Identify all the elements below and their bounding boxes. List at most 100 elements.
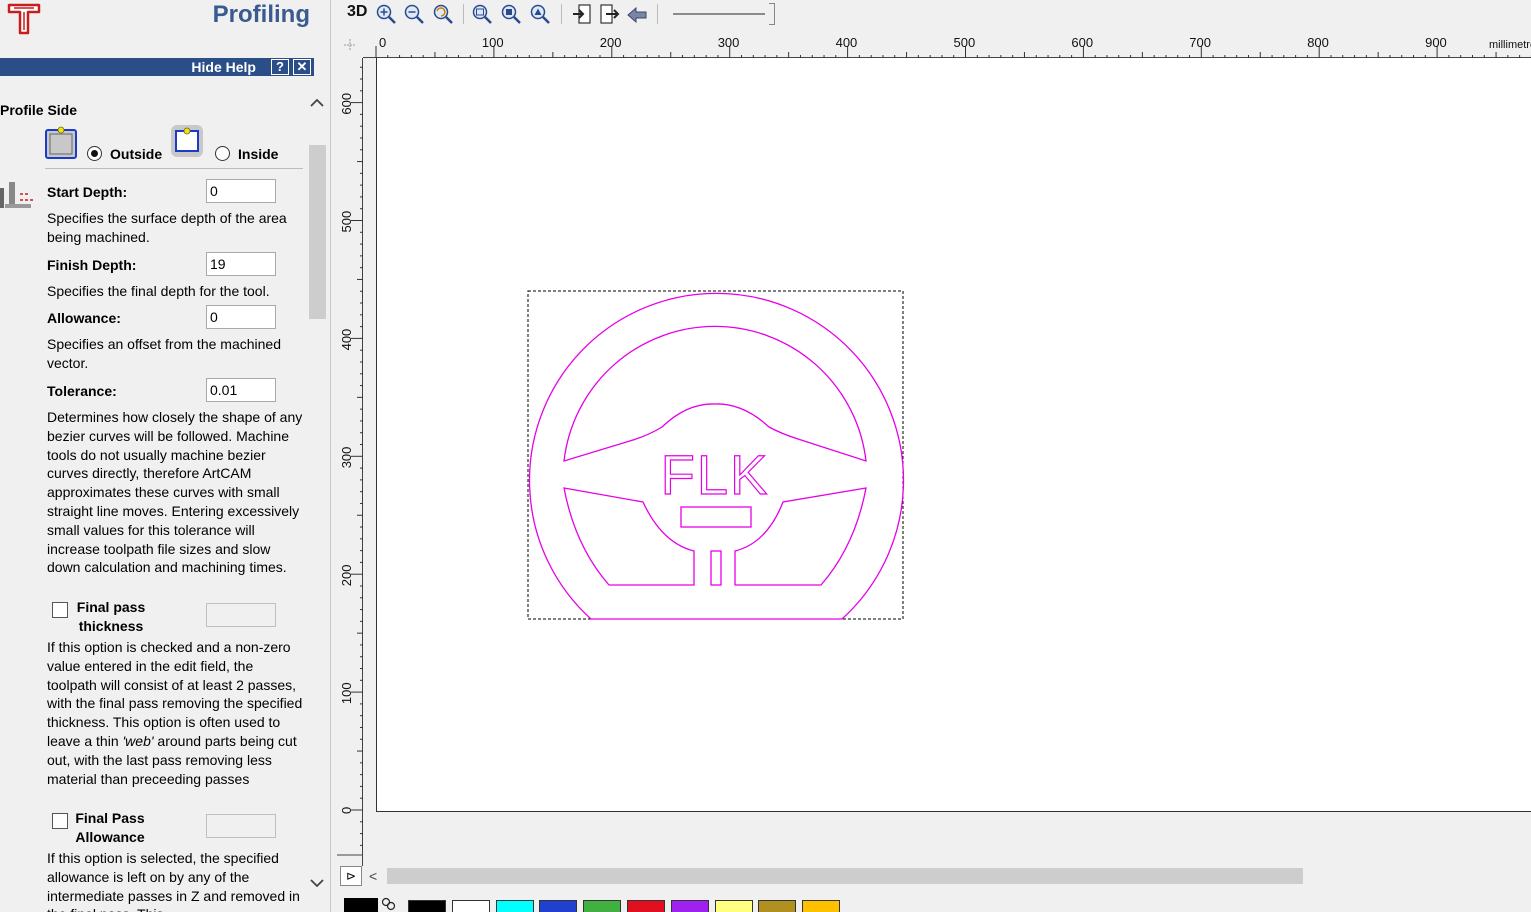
tolerance-input[interactable] (206, 378, 276, 402)
ruler-x-label: 300 (718, 35, 740, 50)
finish-depth-label: Finish Depth: (47, 257, 137, 273)
wheel-upper-opening[interactable] (563, 325, 867, 462)
ruler-origin-icon[interactable] (337, 33, 363, 57)
start-depth-label: Start Depth: (47, 184, 128, 200)
ruler-y-label: 400 (339, 329, 354, 351)
color-swatch[interactable] (758, 900, 797, 912)
ruler-y-label: 200 (339, 564, 354, 586)
wheel-center-slot[interactable] (710, 550, 722, 586)
zoom-model-icon[interactable] (529, 3, 551, 25)
help-question-button[interactable]: ? (271, 59, 289, 75)
profile-inside-icon[interactable] (170, 124, 204, 158)
import-icon[interactable] (571, 3, 593, 25)
profile-outside-radio[interactable] (87, 146, 102, 161)
panel-scrollbar-thumb[interactable] (309, 145, 326, 319)
export-icon[interactable] (598, 3, 620, 25)
zoom-out-icon[interactable] (403, 3, 425, 25)
allowance-input[interactable] (206, 305, 276, 329)
final-pass-thickness-checkbox[interactable] (52, 602, 68, 618)
hub-nameplate[interactable] (680, 506, 752, 528)
allowance-label: Allowance: (47, 310, 121, 326)
zoom-slider-track[interactable] (673, 13, 765, 15)
color-swatch[interactable] (670, 900, 709, 912)
flk-text[interactable]: FLK (660, 442, 770, 506)
toolbar-separator (561, 4, 562, 24)
color-swatch[interactable] (408, 900, 446, 912)
scroll-up-icon[interactable] (309, 96, 325, 110)
start-depth-input[interactable] (206, 179, 276, 203)
tolerance-help: Determines how closely the shape of any … (47, 409, 303, 576)
zoom-slider-handle[interactable] (769, 3, 775, 25)
final-pass-thickness-label[interactable]: Final pass thickness (76, 598, 146, 636)
ruler-unit-label: millimetres (1489, 39, 1531, 51)
horizontal-scrollbar-thumb[interactable] (387, 868, 1303, 884)
final-pass-thickness-label-line2: thickness (78, 618, 144, 634)
zoom-all-icon[interactable] (471, 3, 493, 25)
panel-title: Profiling (212, 1, 310, 28)
color-swatch[interactable] (583, 900, 622, 912)
ruler-x-label: 600 (1071, 35, 1093, 50)
color-swatch[interactable] (495, 900, 534, 912)
color-swatch[interactable] (627, 900, 665, 912)
final-pass-allowance-label-line2: Allowance (75, 829, 145, 845)
final-pass-thickness-help: If this option is checked and a non-zero… (47, 638, 303, 788)
color-palette (337, 893, 1531, 912)
final-pass-allowance-label-line1: Final Pass (75, 810, 145, 826)
profile-inside-label[interactable]: Inside (238, 146, 278, 162)
divider (45, 168, 303, 169)
zoom-in-icon[interactable] (375, 3, 397, 25)
zoom-previous-icon[interactable] (432, 3, 454, 25)
toolbar-separator (657, 4, 658, 24)
allowance-help: Specifies an offset from the machined ve… (47, 336, 281, 371)
final-pass-thickness-help-web: 'web' (122, 732, 154, 749)
color-swatch[interactable] (539, 900, 578, 912)
color-swatch[interactable] (714, 900, 753, 912)
current-color-swatch[interactable] (344, 898, 378, 912)
finish-depth-input[interactable] (206, 252, 276, 276)
ruler-x-label: 100 (482, 35, 504, 50)
hide-help-button[interactable]: Hide Help (191, 59, 256, 75)
vector-drawing[interactable]: FLK (377, 58, 1531, 812)
horizontal-scrollbar: ⊳ < (337, 866, 1531, 886)
finish-depth-help: Specifies the final depth for the tool. (47, 283, 270, 299)
ruler-x-label: 0 (379, 35, 386, 50)
ruler-y-label: 100 (339, 682, 354, 704)
color-swatch[interactable] (451, 900, 490, 912)
profile-outside-label[interactable]: Outside (110, 146, 162, 162)
help-bar: Hide Help ? ✕ (0, 58, 314, 76)
final-pass-allowance-help: If this option is selected, the specifie… (47, 850, 300, 912)
profiling-panel: Profiling Hide Help ? ✕ Profile Side Out… (0, 0, 331, 912)
artcam-logo-icon (7, 3, 41, 35)
view-toolbar: 3D (333, 0, 1531, 30)
scroll-left-icon[interactable]: < (369, 868, 377, 884)
view-3d-button[interactable]: 3D (347, 3, 367, 21)
vertical-ruler: 600 500 400 300 200 100 0 (337, 58, 363, 866)
link-colors-icon[interactable] (381, 897, 397, 911)
design-canvas[interactable]: FLK (376, 58, 1531, 812)
zoom-selection-icon[interactable] (500, 3, 522, 25)
profile-inside-radio[interactable] (215, 146, 230, 161)
undo-view-icon[interactable] (626, 3, 648, 25)
ruler-x-label: 800 (1307, 35, 1329, 50)
final-pass-thickness-input[interactable] (206, 603, 276, 627)
scroll-down-icon[interactable] (309, 876, 325, 890)
final-pass-allowance-checkbox[interactable] (52, 813, 68, 829)
final-pass-allowance-input[interactable] (206, 814, 276, 838)
color-swatch[interactable] (802, 900, 841, 912)
ruler-x-label: 700 (1189, 35, 1211, 50)
final-pass-thickness-label-line1: Final pass (76, 599, 146, 615)
ruler-y-label: 300 (339, 447, 354, 469)
tool-depth-icon (0, 182, 34, 208)
start-depth-help: Specifies the surface depth of the area … (47, 210, 287, 245)
close-panel-button[interactable]: ✕ (293, 59, 311, 75)
profile-outside-icon[interactable] (44, 126, 78, 160)
artcam-window: Profiling Hide Help ? ✕ Profile Side Out… (0, 0, 1531, 912)
scroll-toggle-icon[interactable]: ⊳ (340, 866, 362, 886)
final-pass-allowance-label[interactable]: Final Pass Allowance (72, 809, 148, 847)
ruler-y-label: 600 (339, 93, 354, 115)
ruler-y-label: 0 (339, 807, 354, 814)
toolbar-separator (463, 4, 464, 24)
tolerance-label: Tolerance: (47, 383, 117, 399)
ruler-x-label: 500 (954, 35, 976, 50)
horizontal-ruler: 0 100 200 300 400 500 600 700 800 900 millimetres (363, 33, 1531, 58)
